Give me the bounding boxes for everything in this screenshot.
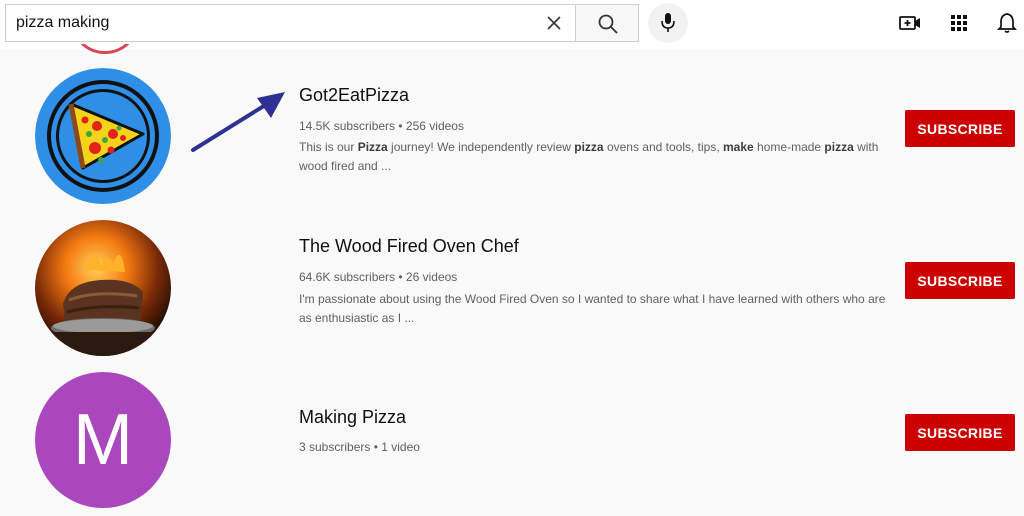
masthead bbox=[0, 0, 1024, 50]
video-camera-plus-icon[interactable] bbox=[898, 11, 922, 35]
channel-title[interactable]: Got2EatPizza bbox=[299, 85, 409, 106]
mic-icon bbox=[661, 13, 675, 32]
subscribe-button[interactable]: SUBSCRIBE bbox=[905, 262, 1015, 299]
channel-meta: 64.6K subscribers • 26 videos bbox=[299, 270, 458, 284]
previous-channel-avatar[interactable] bbox=[72, 44, 138, 54]
channel-title[interactable]: The Wood Fired Oven Chef bbox=[299, 236, 519, 257]
channel-title[interactable]: Making Pizza bbox=[299, 407, 406, 428]
bell-icon[interactable] bbox=[995, 11, 1019, 35]
grid-apps-icon[interactable] bbox=[947, 11, 971, 35]
search-icon bbox=[598, 14, 618, 34]
search-input[interactable] bbox=[6, 5, 526, 41]
arrow-annotation bbox=[191, 92, 285, 152]
channel-avatar[interactable] bbox=[35, 68, 171, 204]
channel-avatar[interactable] bbox=[35, 220, 171, 356]
channel-description: I'm passionate about using the Wood Fire… bbox=[299, 292, 886, 325]
channel-meta: 14.5K subscribers • 256 videos bbox=[299, 119, 464, 133]
channel-description: This is our Pizza journey! We independen… bbox=[299, 140, 879, 173]
close-icon[interactable] bbox=[541, 10, 567, 36]
subscribe-button[interactable]: SUBSCRIBE bbox=[905, 414, 1015, 451]
subscribe-button[interactable]: SUBSCRIBE bbox=[905, 110, 1015, 147]
channel-avatar[interactable]: M bbox=[35, 372, 171, 508]
search-button[interactable] bbox=[575, 4, 639, 42]
voice-search-button[interactable] bbox=[648, 3, 688, 43]
channel-meta: 3 subscribers • 1 video bbox=[299, 440, 420, 454]
search-box bbox=[5, 4, 575, 42]
